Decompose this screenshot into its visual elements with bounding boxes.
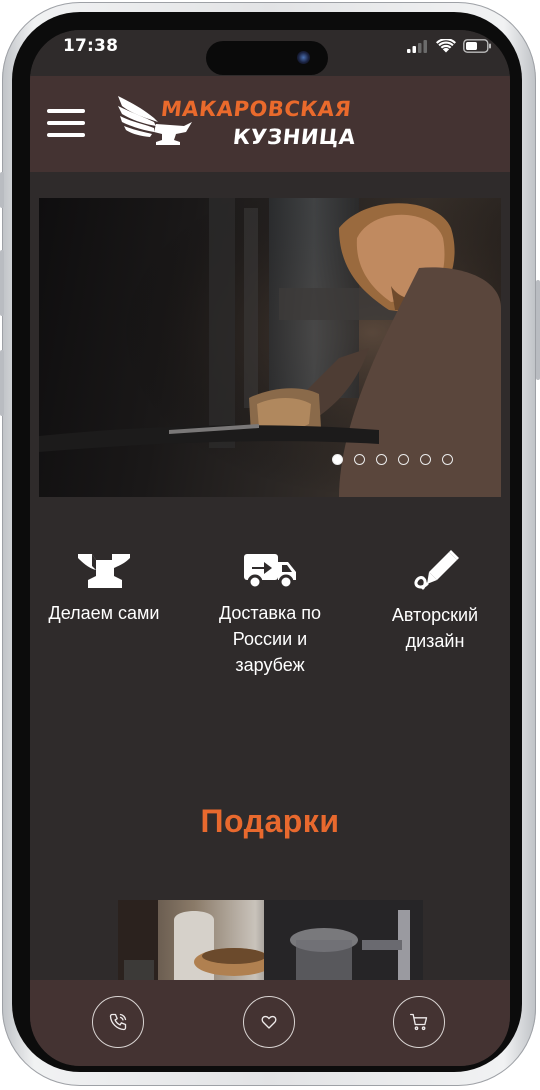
volume-down-button	[0, 350, 4, 416]
cart-icon	[410, 1013, 428, 1031]
logo-text-line1: МАКАРОВСКАЯ	[159, 97, 353, 121]
feature-design: Авторский дизайн	[370, 550, 500, 654]
wifi-icon	[436, 39, 456, 53]
phone-call-icon	[109, 1013, 127, 1031]
favorites-button[interactable]	[243, 996, 295, 1048]
feature-label-line: Авторский	[391, 605, 479, 625]
slider-dot[interactable]	[420, 454, 431, 465]
volume-up-button	[0, 250, 4, 316]
battery-icon	[463, 39, 491, 53]
features-section: Делаем сами Доставка по России и зарубеж	[30, 550, 510, 710]
slider-dot[interactable]	[442, 454, 453, 465]
product-image	[118, 900, 423, 990]
slider-dot[interactable]	[332, 454, 343, 465]
mute-switch	[0, 172, 4, 208]
camera-icon	[297, 51, 310, 64]
status-time: 17:38	[63, 36, 119, 56]
logo-text-line2: КУЗНИЦА	[231, 125, 357, 149]
site-header: МАКАРОВСКАЯ КУЗНИЦА	[30, 76, 510, 172]
hero-image	[39, 198, 501, 497]
delivery-truck-icon	[244, 554, 296, 590]
slider-dot[interactable]	[376, 454, 387, 465]
logo[interactable]: МАКАРОВСКАЯ КУЗНИЦА	[116, 92, 357, 158]
signal-icon	[407, 39, 427, 53]
cart-button[interactable]	[393, 996, 445, 1048]
hero-slider[interactable]	[39, 198, 501, 497]
heart-icon	[261, 1015, 277, 1029]
feature-label-line: дизайн	[405, 631, 465, 651]
status-icons	[407, 39, 492, 53]
feature-label: Делаем сами	[36, 600, 172, 626]
section-title: Подарки	[200, 803, 340, 839]
dynamic-island	[206, 41, 328, 75]
feature-label-line: зарубеж	[235, 655, 305, 675]
slider-dots	[332, 454, 453, 465]
hamburger-icon[interactable]	[47, 109, 85, 137]
pen-design-icon	[414, 550, 459, 590]
bottom-bar	[30, 980, 510, 1066]
feature-label-line: России и	[232, 629, 308, 649]
feature-label: Авторский дизайн	[370, 602, 500, 654]
anvil-icon	[78, 554, 130, 588]
status-bar: 17:38	[30, 30, 510, 76]
slider-dot[interactable]	[354, 454, 365, 465]
power-button	[536, 280, 540, 380]
feature-delivery: Доставка по России и зарубеж	[196, 550, 344, 678]
product-card-image[interactable]	[118, 900, 423, 990]
slider-dot[interactable]	[398, 454, 409, 465]
call-button[interactable]	[92, 996, 144, 1048]
feature-label-line: Делаем сами	[48, 603, 160, 623]
screen: 17:38 МАКАРОВСКАЯ КУЗНИЦА Делаем сами До…	[30, 30, 510, 1066]
feature-label-line: Доставка по	[218, 603, 322, 623]
feature-label: Доставка по России и зарубеж	[196, 600, 344, 678]
feature-handmade: Делаем сами	[36, 550, 172, 626]
